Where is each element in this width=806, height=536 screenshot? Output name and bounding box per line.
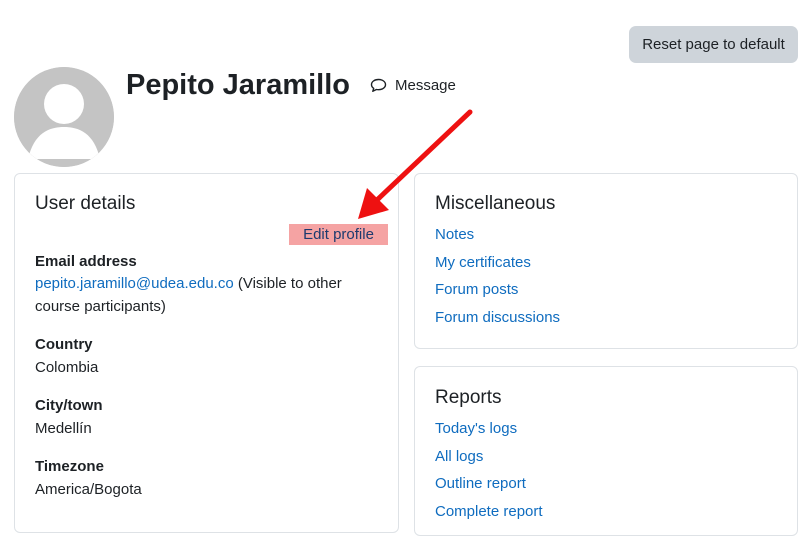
- user-avatar: [14, 67, 114, 167]
- reports-links: Today's logs All logs Outline report Com…: [435, 419, 543, 529]
- reports-card: Reports Today's logs All logs Outline re…: [414, 366, 798, 536]
- todays-logs-link[interactable]: Today's logs: [435, 420, 517, 437]
- email-label: Email address: [35, 253, 137, 270]
- miscellaneous-links: Notes My certificates Forum posts Forum …: [435, 225, 560, 335]
- list-item: My certificates: [435, 253, 560, 281]
- country-value: Colombia: [35, 359, 99, 376]
- forum-posts-link[interactable]: Forum posts: [435, 281, 518, 298]
- outline-report-link[interactable]: Outline report: [435, 475, 526, 492]
- city-value: Medellín: [35, 420, 92, 437]
- forum-discussions-link[interactable]: Forum discussions: [435, 309, 560, 326]
- city-label: City/town: [35, 397, 103, 414]
- user-details-title: User details: [35, 193, 136, 214]
- list-item: Forum posts: [435, 280, 560, 308]
- timezone-label: Timezone: [35, 458, 104, 475]
- user-details-card: User details Edit profile Email address …: [14, 173, 399, 533]
- timezone-value: America/Bogota: [35, 481, 142, 498]
- edit-profile-link[interactable]: Edit profile: [289, 224, 388, 245]
- speech-bubble-icon: [370, 78, 387, 92]
- list-item: Outline report: [435, 474, 543, 502]
- complete-report-link[interactable]: Complete report: [435, 503, 543, 520]
- list-item: All logs: [435, 447, 543, 475]
- miscellaneous-card: Miscellaneous Notes My certificates Foru…: [414, 173, 798, 349]
- email-link[interactable]: pepito.jaramillo@udea.edu.co: [35, 275, 234, 292]
- my-certificates-link[interactable]: My certificates: [435, 254, 531, 271]
- default-user-avatar-icon: [14, 67, 114, 167]
- notes-link[interactable]: Notes: [435, 226, 474, 243]
- reports-title: Reports: [435, 387, 502, 408]
- email-value: pepito.jaramillo@udea.edu.co (Visible to…: [35, 272, 365, 318]
- list-item: Notes: [435, 225, 560, 253]
- country-label: Country: [35, 336, 93, 353]
- all-logs-link[interactable]: All logs: [435, 448, 483, 465]
- list-item: Forum discussions: [435, 308, 560, 336]
- user-name-heading: Pepito Jaramillo: [126, 69, 351, 101]
- miscellaneous-title: Miscellaneous: [435, 193, 556, 214]
- list-item: Complete report: [435, 502, 543, 530]
- list-item: Today's logs: [435, 419, 543, 447]
- message-label: Message: [395, 76, 456, 94]
- reset-page-button[interactable]: Reset page to default: [629, 26, 798, 63]
- message-button[interactable]: Message: [370, 75, 456, 95]
